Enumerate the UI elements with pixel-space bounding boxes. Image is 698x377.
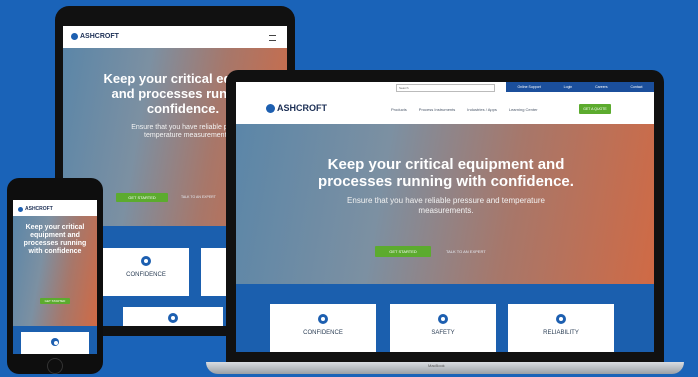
card-confidence[interactable]: CONFIDENCE xyxy=(270,304,376,352)
main-nav: Products Process Instruments Industries … xyxy=(391,107,538,112)
laptop-hero-title: Keep your critical equipment and process… xyxy=(266,156,626,191)
phone-hero-title: Keep your critical equipment and process… xyxy=(17,224,93,256)
utility-nav: Online Support Login Careers Contact xyxy=(506,82,654,92)
main-header: ASHCROFT Products Process Instruments In… xyxy=(236,94,654,124)
laptop-hero: Keep your critical equipment and process… xyxy=(236,124,654,284)
card-icon xyxy=(318,314,328,324)
laptop-base: MacBook xyxy=(206,362,684,374)
tablet-logo[interactable]: ASHCROFT xyxy=(71,33,119,40)
tablet-secondary-link[interactable]: TALK TO AN EXPERT xyxy=(181,195,216,199)
hero-title-line: equipment and xyxy=(30,232,80,240)
hamburger-icon[interactable] xyxy=(269,35,276,41)
nav-learning-center[interactable]: Learning Center xyxy=(509,107,538,112)
laptop-logo[interactable]: ASHCROFT xyxy=(266,103,327,113)
card-safety[interactable]: SAFETY xyxy=(390,304,496,352)
phone-home-button[interactable] xyxy=(47,358,63,374)
laptop-label: MacBook xyxy=(428,363,445,368)
tablet-card-confidence[interactable]: CONFIDENCE xyxy=(103,248,189,296)
ashcroft-logo-icon xyxy=(71,33,78,40)
ashcroft-logo-icon xyxy=(266,103,275,113)
card-reliability[interactable]: RELIABILITY xyxy=(508,304,614,352)
nav-products[interactable]: Products xyxy=(391,107,407,112)
tablet-cta-button[interactable]: GET STARTED xyxy=(116,193,168,202)
phone-device: ASHCROFT Keep your critical equipment an… xyxy=(7,178,103,374)
phone-card[interactable] xyxy=(21,332,89,354)
card-title: CONFIDENCE xyxy=(126,272,166,278)
brand-name: ASHCROFT xyxy=(277,103,327,113)
nav-industries[interactable]: Industries / Apps xyxy=(467,107,497,112)
hero-title-line: with confidence xyxy=(28,248,82,256)
brand-name: ASHCROFT xyxy=(25,206,53,212)
phone-logo[interactable]: ASHCROFT xyxy=(18,206,53,212)
card-icon xyxy=(168,313,178,323)
utility-bar: Search Online Support Login Careers Cont… xyxy=(236,82,654,94)
utility-link-careers[interactable]: Careers xyxy=(595,85,607,89)
laptop-lid: Search Online Support Login Careers Cont… xyxy=(226,70,664,362)
laptop-screen: Search Online Support Login Careers Cont… xyxy=(236,82,654,352)
card-title: SAFETY xyxy=(431,330,455,336)
utility-link-support[interactable]: Online Support xyxy=(517,85,540,89)
card-icon xyxy=(51,338,59,346)
card-title: RELIABILITY xyxy=(543,330,579,336)
hero-subtitle-line: Ensure that you have reliable pressure a… xyxy=(347,196,545,205)
hero-title-line: processes running xyxy=(23,240,87,248)
laptop-cta-button[interactable]: GET STARTED xyxy=(375,246,431,257)
card-icon xyxy=(438,314,448,324)
laptop-secondary-link[interactable]: TALK TO AN EXPERT xyxy=(446,249,486,254)
card-title: CONFIDENCE xyxy=(303,330,343,336)
phone-hero: Keep your critical equipment and process… xyxy=(13,216,97,326)
utility-link-contact[interactable]: Contact xyxy=(630,85,642,89)
hero-title-line: Keep your critical xyxy=(25,224,85,231)
phone-screen: ASHCROFT Keep your critical equipment an… xyxy=(13,200,97,354)
tablet-card-reliability[interactable]: RELIABILITY xyxy=(123,307,223,326)
ashcroft-logo-icon xyxy=(18,206,23,212)
nav-process-instruments[interactable]: Process Instruments xyxy=(419,107,455,112)
search-input[interactable]: Search xyxy=(396,84,495,92)
brand-name: ASHCROFT xyxy=(80,33,119,40)
card-icon xyxy=(556,314,566,324)
phone-cta-button[interactable]: GET STARTED xyxy=(40,298,70,304)
card-icon xyxy=(141,256,151,266)
hero-subtitle-line: measurements. xyxy=(418,205,474,215)
tablet-header: ASHCROFT xyxy=(63,26,287,48)
utility-link-login[interactable]: Login xyxy=(564,85,573,89)
get-quote-button[interactable]: GET A QUOTE xyxy=(579,104,611,114)
hero-title-line: Keep your critical equipment and xyxy=(327,156,565,173)
laptop-hero-subtitle: Ensure that you have reliable pressure a… xyxy=(296,196,596,215)
hero-title-line: processes running with confidence. xyxy=(318,173,574,191)
